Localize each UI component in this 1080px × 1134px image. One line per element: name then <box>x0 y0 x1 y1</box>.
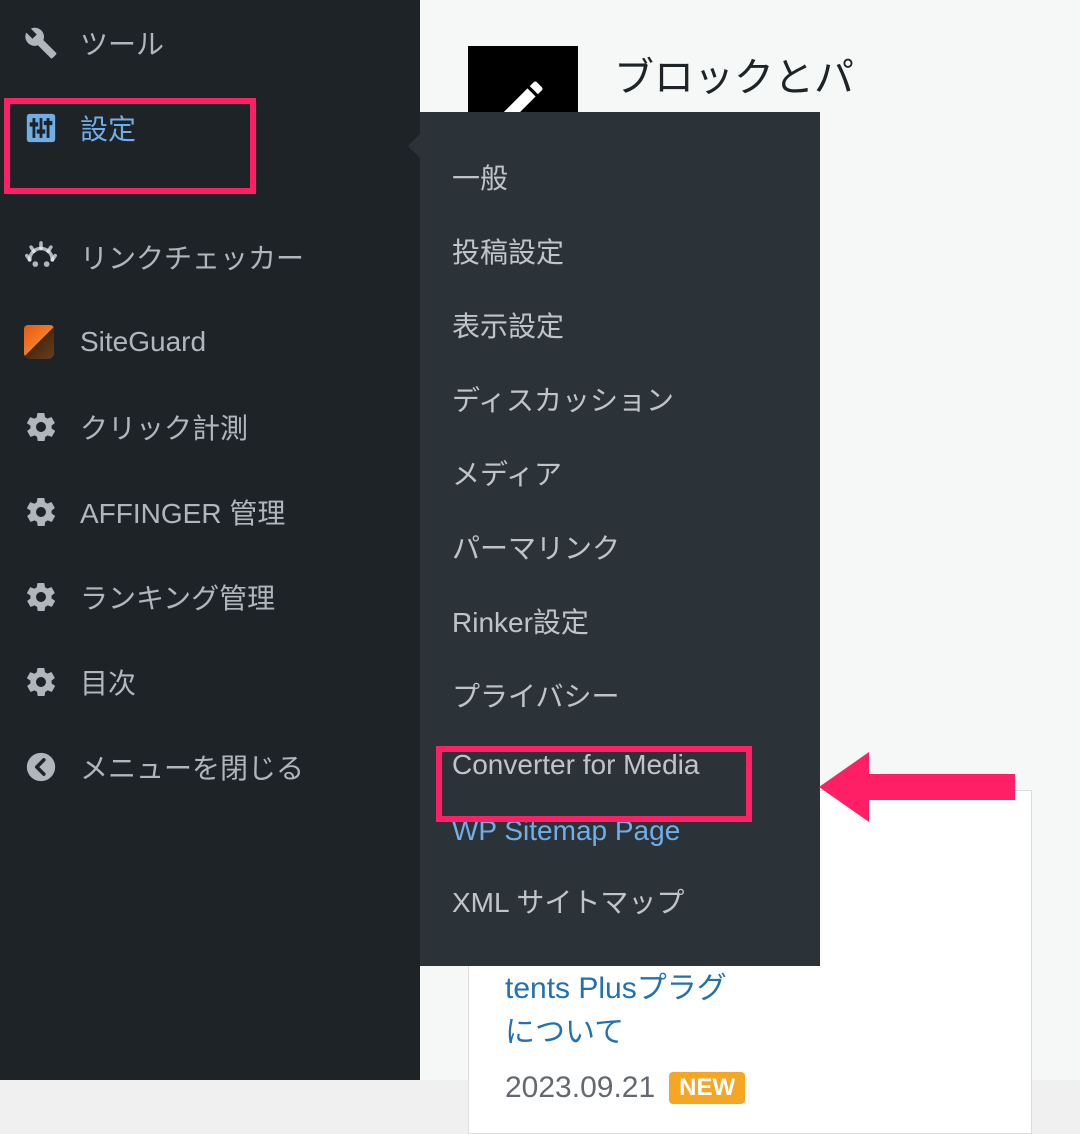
submenu-item-rinker[interactable]: Rinker設定 <box>420 584 820 658</box>
about-link[interactable]: について <box>505 1016 624 1049</box>
gear-icon <box>24 665 80 699</box>
sliders-icon <box>24 111 80 145</box>
sidebar-item-label: 設定 <box>80 108 136 148</box>
sidebar-item-label: クリック計測 <box>80 407 248 447</box>
sidebar-item-label: SiteGuard <box>80 326 206 358</box>
submenu-item-permalink[interactable]: パーマリンク <box>420 510 820 584</box>
submenu-item-privacy[interactable]: プライバシー <box>420 658 820 732</box>
wrench-icon <box>24 26 80 60</box>
sidebar-item-label: AFFINGER 管理 <box>80 492 285 532</box>
submenu-item-discussion[interactable]: ディスカッション <box>420 362 820 436</box>
gear-icon <box>24 495 80 529</box>
collapse-icon <box>24 750 80 784</box>
sidebar-item-tools[interactable]: ツール <box>0 0 420 85</box>
submenu-item-general[interactable]: 一般 <box>420 140 820 214</box>
submenu-item-converter[interactable]: Converter for Media <box>420 732 820 798</box>
siteguard-icon <box>24 325 80 359</box>
sidebar-item-ranking[interactable]: ランキング管理 <box>0 554 420 639</box>
sidebar-item-label: リンクチェッカー <box>80 237 304 277</box>
sidebar-item-settings[interactable]: 設定 <box>0 85 420 170</box>
sidebar-item-click[interactable]: クリック計測 <box>0 384 420 469</box>
notice-date: 2023.09.21 <box>505 1071 655 1105</box>
link-check-icon <box>24 240 80 274</box>
submenu-item-reading[interactable]: 表示設定 <box>420 288 820 362</box>
settings-submenu: 一般 投稿設定 表示設定 ディスカッション メディア パーマリンク Rinker… <box>420 112 820 966</box>
admin-sidebar: ツール 設定 リンクチェッカー SiteGuard クリック計測 AFFINGE… <box>0 0 420 1080</box>
sidebar-item-label: 目次 <box>80 662 136 702</box>
sidebar-item-toc[interactable]: 目次 <box>0 639 420 724</box>
tents-plus-link[interactable]: tents Plusプラグ <box>505 972 727 1005</box>
sidebar-item-affinger[interactable]: AFFINGER 管理 <box>0 469 420 554</box>
gear-icon <box>24 410 80 444</box>
submenu-item-xmlsitemap[interactable]: XML サイトマップ <box>420 864 820 938</box>
sidebar-item-label: メニューを閉じる <box>80 747 304 787</box>
gear-icon <box>24 580 80 614</box>
sidebar-item-linkchecker[interactable]: リンクチェッカー <box>0 214 420 299</box>
submenu-item-media[interactable]: メディア <box>420 436 820 510</box>
sidebar-item-collapse[interactable]: メニューを閉じる <box>0 724 420 809</box>
sidebar-item-label: ランキング管理 <box>80 577 275 617</box>
submenu-item-wpsitemap[interactable]: WP Sitemap Page <box>420 798 820 864</box>
sidebar-item-label: ツール <box>80 23 164 63</box>
new-badge: NEW <box>669 1072 745 1104</box>
sidebar-item-siteguard[interactable]: SiteGuard <box>0 299 420 384</box>
submenu-item-writing[interactable]: 投稿設定 <box>420 214 820 288</box>
